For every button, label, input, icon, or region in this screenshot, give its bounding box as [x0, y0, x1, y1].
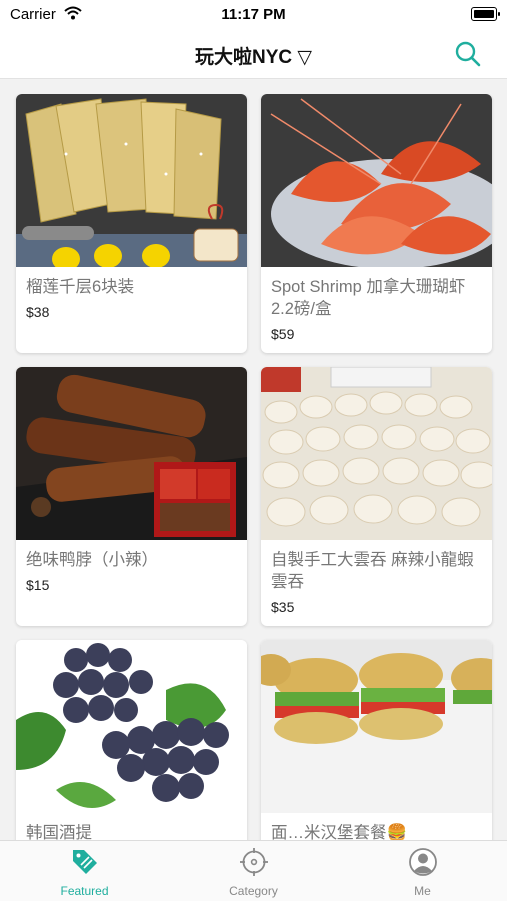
category-compass-icon	[240, 848, 268, 876]
product-name: Spot Shrimp 加拿大珊瑚虾 2.2磅/盒	[271, 278, 466, 318]
product-image-rice-burgers	[261, 640, 492, 813]
tab-category[interactable]: Category	[169, 841, 338, 901]
product-price: $59	[271, 326, 295, 342]
product-card[interactable]: 榴莲千层6块装 $38	[16, 94, 247, 353]
tab-me[interactable]: Me	[338, 841, 507, 901]
product-name: 韩国酒提	[26, 824, 92, 840]
product-image-spot-shrimp	[261, 94, 492, 267]
product-price: $35	[271, 599, 295, 615]
location-selector[interactable]: 玩大啦NYC ▽	[0, 42, 507, 69]
product-price: $15	[26, 577, 50, 593]
nav-bar: 玩大啦NYC ▽	[0, 30, 507, 79]
product-card[interactable]: 面…米汉堡套餐🍔	[261, 640, 492, 840]
featured-tag-icon	[73, 850, 97, 874]
product-card[interactable]: 自製手工大雲吞 麻辣小龍蝦雲吞 $35	[261, 367, 492, 626]
product-grid: 榴莲千层6块装 $38 Spot Shrimp 加拿大珊瑚虾 2.2磅/盒 $5…	[0, 94, 507, 840]
product-image-durian-crepe	[16, 94, 247, 267]
product-image-duck-neck	[16, 367, 247, 540]
tab-label: Category	[229, 884, 278, 898]
status-bar: Carrier 11:17 PM	[0, 0, 507, 30]
tab-label: Featured	[60, 884, 109, 898]
product-card[interactable]: Spot Shrimp 加拿大珊瑚虾 2.2磅/盒 $59	[261, 94, 492, 353]
product-card[interactable]: 韩国酒提	[16, 640, 247, 840]
product-name: 自製手工大雲吞 麻辣小龍蝦雲吞	[271, 551, 474, 591]
product-price: $38	[26, 304, 50, 320]
product-card[interactable]: 绝味鸭脖（小辣） $15	[16, 367, 247, 626]
product-name: 面…米汉堡套餐🍔	[271, 824, 408, 840]
product-image-grapes	[16, 640, 247, 813]
tab-featured[interactable]: Featured	[0, 841, 169, 901]
battery-icon	[471, 7, 500, 21]
tab-bar: Featured Category Me	[0, 840, 507, 901]
search-icon[interactable]	[453, 39, 483, 69]
profile-icon	[409, 848, 437, 876]
status-time: 11:17 PM	[221, 6, 286, 23]
product-name: 榴莲千层6块装	[26, 278, 135, 296]
product-name: 绝味鸭脖（小辣）	[26, 551, 158, 569]
tab-label: Me	[414, 884, 431, 898]
product-image-wontons	[261, 367, 492, 540]
